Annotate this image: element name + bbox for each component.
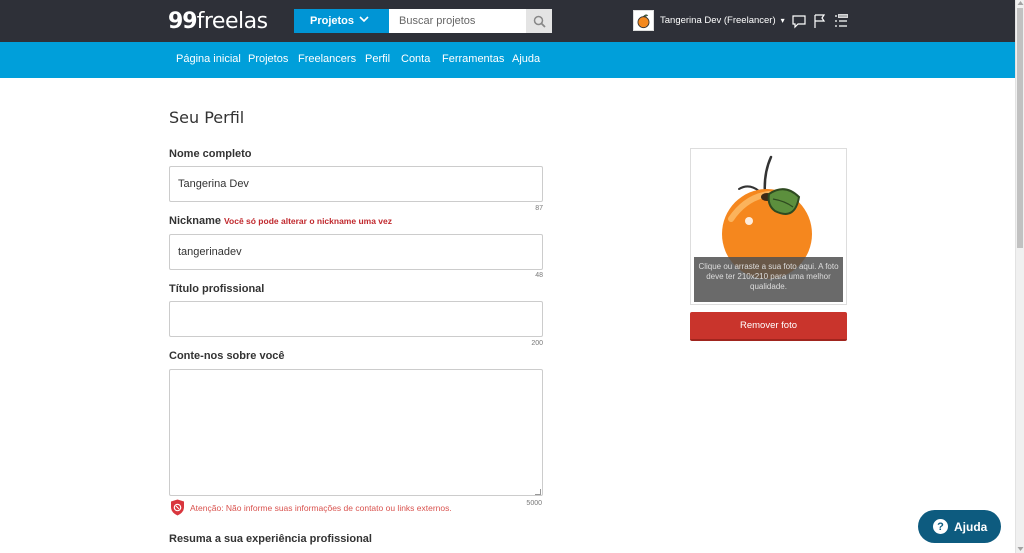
chevron-down-icon: [359, 16, 369, 23]
full-name-counter: 87: [535, 205, 543, 212]
page-title: Seu Perfil: [169, 108, 245, 127]
nav-item-projects[interactable]: Projetos: [248, 53, 288, 65]
caret-down-icon: ▾: [780, 16, 785, 25]
full-name-input[interactable]: [169, 166, 543, 202]
about-label: Conte-nos sobre você: [169, 350, 285, 362]
user-name: Tangerina Dev (Freelancer): [660, 15, 776, 26]
question-icon: ?: [933, 519, 948, 534]
search-bar: Projetos: [294, 9, 552, 33]
photo-upload-area[interactable]: Clique ou arraste a sua foto aqui. A fot…: [690, 148, 847, 305]
about-counter: 5000: [526, 500, 542, 507]
user-menu[interactable]: Tangerina Dev (Freelancer) ▾: [633, 10, 785, 31]
search-input[interactable]: [389, 9, 526, 33]
professional-title-input[interactable]: [169, 301, 543, 337]
help-button[interactable]: ? Ajuda: [918, 510, 1001, 543]
flag-icon[interactable]: [811, 12, 828, 30]
main-nav: Página inicial Projetos Freelancers Perf…: [0, 42, 1015, 78]
nickname-counter: 48: [535, 272, 543, 279]
tangerine-icon: [637, 14, 650, 29]
nickname-warning: Você só pode alterar o nickname uma vez: [223, 216, 393, 226]
list-icon[interactable]: [832, 12, 849, 30]
search-category-label: Projetos: [310, 15, 355, 27]
avatar: [633, 10, 654, 31]
remove-photo-button[interactable]: Remover foto: [690, 312, 847, 341]
nickname-label: Nickname: [169, 215, 221, 227]
nav-item-tools[interactable]: Ferramentas: [442, 53, 504, 65]
nav-item-home[interactable]: Página inicial: [176, 53, 241, 65]
chat-icon[interactable]: [790, 12, 807, 30]
contact-warning: Atenção: Não informe suas informações de…: [170, 499, 452, 516]
professional-title-label: Título profissional: [169, 283, 265, 295]
help-label: Ajuda: [954, 519, 988, 534]
profile-content: Seu Perfil Nome completo 87 NicknameVocê…: [0, 78, 1015, 553]
professional-title-counter: 200: [531, 340, 543, 347]
nickname-label-row: Nickname Você só pode alterar o nickname …: [169, 215, 392, 227]
search-icon: [533, 15, 546, 28]
search-category-select[interactable]: Projetos: [294, 9, 389, 33]
top-bar: 99freelas Projetos Tangerina Dev (Freela…: [0, 0, 1015, 42]
search-button[interactable]: [526, 9, 552, 33]
full-name-label: Nome completo: [169, 148, 252, 160]
scroll-up-icon[interactable]: [1017, 0, 1024, 6]
shield-warning-icon: [171, 499, 184, 516]
scroll-down-icon[interactable]: [1017, 546, 1024, 552]
nav-item-account[interactable]: Conta: [401, 53, 430, 65]
contact-warning-text: Atenção: Não informe suas informações de…: [190, 502, 452, 513]
scroll-thumb[interactable]: [1017, 8, 1023, 248]
nav-item-profile[interactable]: Perfil: [365, 53, 390, 65]
resize-grip-icon[interactable]: [535, 489, 541, 495]
scrollbar[interactable]: [1015, 0, 1024, 553]
logo-word: freelas: [196, 9, 268, 34]
logo-number: 99: [168, 9, 198, 34]
nav-item-freelancers[interactable]: Freelancers: [298, 53, 356, 65]
about-textarea[interactable]: [169, 369, 543, 496]
nav-item-help[interactable]: Ajuda: [512, 53, 540, 65]
photo-hint: Clique ou arraste a sua foto aqui. A fot…: [694, 257, 843, 302]
experience-label: Resuma a sua experiência profissional: [169, 533, 372, 545]
site-logo[interactable]: 99freelas: [168, 9, 268, 34]
nickname-input[interactable]: [169, 234, 543, 270]
top-icons: [790, 12, 849, 30]
